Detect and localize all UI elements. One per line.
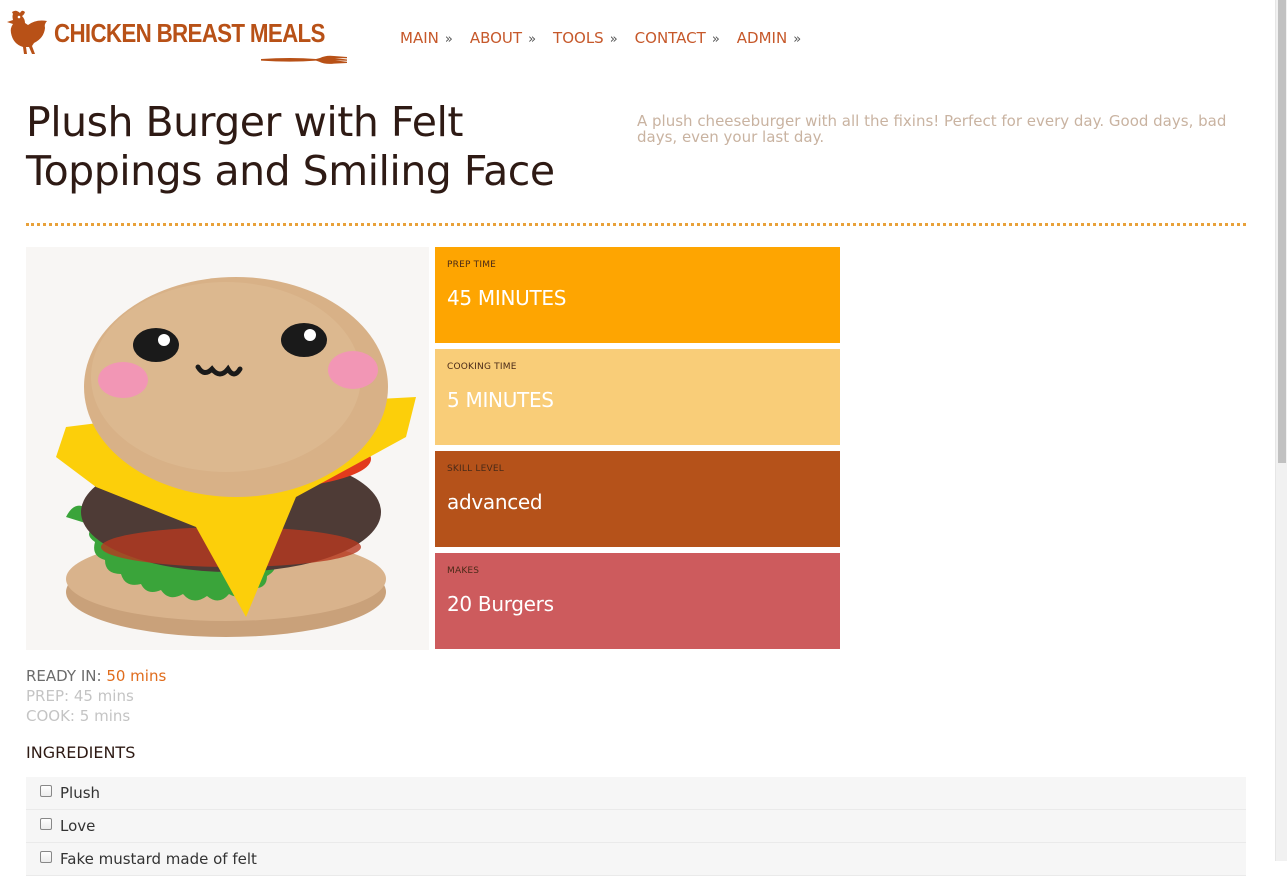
ingredient-label: Plush	[60, 784, 101, 802]
ready-in-value: 50 mins	[106, 667, 167, 685]
ingredient-item[interactable]: Love	[26, 810, 1246, 843]
fork-icon	[261, 55, 347, 64]
recipe-photo	[26, 247, 429, 650]
prep-value: 45 mins	[73, 687, 134, 705]
nav-item-admin[interactable]: ADMIN »	[737, 29, 801, 47]
ingredient-label: Fake mustard made of felt	[60, 850, 257, 868]
stat-skill-level: SKILL LEVEL advanced	[435, 451, 840, 547]
ingredient-label: Love	[60, 817, 96, 835]
recipe-times: READY IN: 50 mins PREP: 45 mins COOK: 5 …	[26, 666, 166, 726]
stat-label: MAKES	[447, 566, 480, 576]
stat-label: COOKING TIME	[447, 362, 517, 372]
dotted-divider	[26, 223, 1246, 226]
nav-label: ABOUT	[469, 29, 523, 47]
nav-label: CONTACT	[634, 29, 706, 47]
cook-row: COOK: 5 mins	[26, 706, 166, 726]
stat-label: SKILL LEVEL	[447, 464, 504, 474]
nav-item-main[interactable]: MAIN »	[400, 29, 453, 47]
stat-label: PREP TIME	[447, 260, 497, 270]
stat-value: 20 Burgers	[447, 592, 554, 616]
stat-makes: MAKES 20 Burgers	[435, 553, 840, 649]
logo-text: CHICKEN BREAST MEALS	[54, 18, 325, 48]
scrollbar-thumb[interactable]	[1278, 0, 1286, 463]
nav-label: TOOLS	[553, 29, 604, 47]
nav-separator: »	[528, 32, 537, 47]
nav-separator: »	[711, 32, 720, 47]
prep-label: PREP:	[26, 687, 70, 705]
stat-cooking-time: COOKING TIME 5 MINUTES	[435, 349, 840, 445]
nav-separator: »	[793, 32, 802, 47]
site-header: CHICKEN BREAST MEALS MAIN » ABOUT » TOOLS »…	[0, 0, 1275, 80]
ready-in-label: READY IN:	[26, 667, 102, 685]
nav-separator: »	[609, 32, 618, 47]
recipe-description: A plush cheeseburger with all the fixins…	[637, 112, 1227, 146]
vertical-scrollbar[interactable]	[1275, 0, 1287, 861]
ingredient-checkbox[interactable]	[40, 785, 52, 797]
stat-value: 5 MINUTES	[447, 388, 554, 412]
nav-label: MAIN	[400, 29, 439, 47]
nav-item-tools[interactable]: TOOLS »	[553, 29, 618, 47]
ingredient-item[interactable]: Plush	[26, 777, 1246, 810]
ingredients-heading: INGREDIENTS	[26, 743, 136, 762]
nav-separator: »	[444, 32, 453, 47]
main-nav: MAIN » ABOUT » TOOLS » CONTACT » ADMIN »	[400, 29, 818, 47]
ready-in-row: READY IN: 50 mins	[26, 666, 166, 686]
ingredients-list: Plush Love Fake mustard made of felt	[26, 777, 1246, 876]
stat-prep-time: PREP TIME 45 MINUTES	[435, 247, 840, 343]
chicken-icon	[7, 10, 47, 54]
nav-item-contact[interactable]: CONTACT »	[635, 29, 720, 47]
ingredient-checkbox[interactable]	[40, 851, 52, 863]
stat-value: advanced	[447, 490, 543, 514]
plush-burger-image	[26, 247, 429, 650]
recipe-title: Plush Burger with Felt Toppings and Smil…	[26, 98, 555, 195]
ingredient-item[interactable]: Fake mustard made of felt	[26, 843, 1246, 876]
prep-row: PREP: 45 mins	[26, 686, 166, 706]
nav-item-about[interactable]: ABOUT »	[470, 29, 536, 47]
nav-label: ADMIN	[736, 29, 788, 47]
cook-label: COOK:	[26, 707, 75, 725]
stat-value: 45 MINUTES	[447, 286, 567, 310]
site-logo[interactable]: CHICKEN BREAST MEALS	[6, 8, 347, 64]
cook-value: 5 mins	[79, 707, 131, 725]
ingredient-checkbox[interactable]	[40, 818, 52, 830]
